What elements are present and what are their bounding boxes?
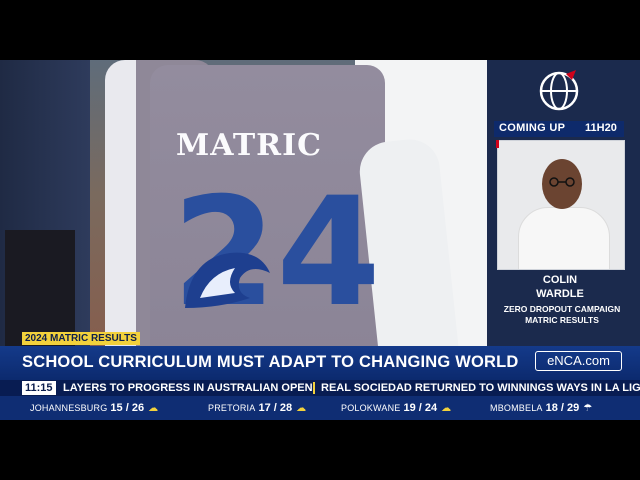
coming-up-time: 11H20 (585, 122, 617, 134)
jacket-number-graphic: 24 (172, 168, 381, 338)
enca-globe-logo-icon (539, 70, 579, 111)
guest-photo (497, 140, 625, 270)
red-accent (496, 140, 499, 148)
wave-icon (185, 252, 270, 308)
brand-badge[interactable]: eNCA.com (535, 351, 622, 371)
ticker-separator (313, 382, 315, 394)
guest-role-line1: ZERO DROPOUT CAMPAIGN (503, 304, 621, 314)
coming-up-label: COMING UP (499, 122, 566, 134)
rain-cloud-icon: ☂ (583, 403, 593, 414)
partly-cloudy-icon: ☁ (296, 403, 307, 414)
headline: SCHOOL CURRICULUM MUST ADAPT TO CHANGING… (22, 353, 519, 371)
weather-temps: 19 / 24 (403, 402, 438, 414)
jacket-text: MATRIC (176, 128, 323, 163)
weather-temps: 18 / 29 (545, 402, 580, 414)
weather-city: PRETORIA (208, 403, 256, 413)
guest-role: ZERO DROPOUT CAMPAIGN MATRIC RESULTS (494, 304, 630, 326)
ticker-item: REAL SOCIEDAD RETURNED TO WINNINGS WAYS … (321, 382, 640, 394)
partly-cloudy-icon: ☁ (441, 403, 452, 414)
guest-shirt (518, 207, 610, 269)
broadcast-frame: MATRIC 24 COMING UP 11H20 COLIN WARDLE Z… (0, 60, 640, 420)
partly-cloudy-icon: ☁ (148, 403, 159, 414)
glasses-icon (549, 177, 575, 187)
weather-city: POLOKWANE (341, 403, 401, 413)
ticker-time: 11:15 (22, 381, 56, 395)
weather-item: POLOKWANE 19 / 24 ☁ (341, 402, 451, 415)
weather-city: MBOMBELA (490, 403, 543, 413)
weather-item: JOHANNESBURG 15 / 26 ☁ (30, 402, 158, 415)
ticker-item: LAYERS TO PROGRESS IN AUSTRALIAN OPEN (63, 382, 313, 394)
guest-role-line2: MATRIC RESULTS (525, 315, 599, 325)
weather-temps: 15 / 26 (110, 402, 145, 414)
guest-name: COLIN WARDLE (494, 273, 626, 301)
weather-city: JOHANNESBURG (30, 403, 108, 413)
guest-last-name: WARDLE (536, 288, 584, 300)
guest-first-name: COLIN (542, 274, 578, 286)
topic-tag: 2024 MATRIC RESULTS (22, 332, 140, 345)
weather-item: PRETORIA 17 / 28 ☁ (208, 402, 306, 415)
weather-temps: 17 / 28 (258, 402, 293, 414)
weather-item: MBOMBELA 18 / 29 ☂ (490, 402, 592, 415)
